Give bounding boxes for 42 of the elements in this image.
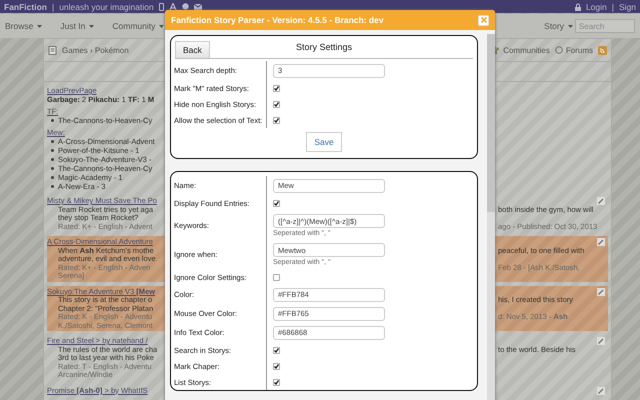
back-button[interactable]: Back [175,40,210,58]
checkbox[interactable] [273,274,280,280]
caret-icon [159,24,164,28]
save-button[interactable]: Save [306,132,342,152]
checkbox[interactable] [273,200,280,206]
header-link[interactable]: Forums [566,46,593,54]
pencil-icon[interactable] [597,197,605,205]
separator: | [52,2,54,12]
panel-title: Story Settings [296,42,352,52]
login-link[interactable]: Login [586,2,607,12]
breadcrumb[interactable]: Games › Pokémon [62,46,129,54]
nav-menu[interactable]: Just In [60,21,94,31]
header-link[interactable]: Communities [503,46,550,54]
mail-icon[interactable] [194,3,203,10]
pencil-icon[interactable] [597,288,605,296]
pencil-icon[interactable] [597,238,605,246]
nav-menu[interactable]: Browse [5,21,42,31]
checkbox[interactable] [273,84,280,92]
checkbox[interactable] [273,346,280,354]
scrollbar[interactable] [487,34,495,400]
font-icon[interactable] [168,2,177,10]
checkbox[interactable] [273,116,280,124]
lock-icon [574,2,581,10]
separator: | [612,2,614,12]
tagline: unleash your imagination [59,2,154,12]
phone-icon[interactable] [158,2,164,10]
story-menu[interactable]: Story [544,21,573,31]
site-logo[interactable]: FanFiction [4,2,47,12]
caret-icon [37,24,42,28]
forum-icon [554,46,563,54]
document-icon [48,46,57,54]
caret-icon [89,24,94,28]
checkbox[interactable] [273,100,280,108]
pencil-icon[interactable] [597,337,605,345]
dialog-title: Fanfiction Story Parser - Version: 4.5.5 - Branch: dev [171,15,384,25]
checkbox[interactable] [273,378,280,386]
nav-menu[interactable]: Community [112,21,164,31]
search-field[interactable]: Search [575,19,635,33]
checkbox[interactable] [273,362,280,370]
sign-up-link[interactable]: Sign [618,2,636,12]
caret-icon [568,24,573,28]
pencil-icon[interactable] [597,386,605,394]
